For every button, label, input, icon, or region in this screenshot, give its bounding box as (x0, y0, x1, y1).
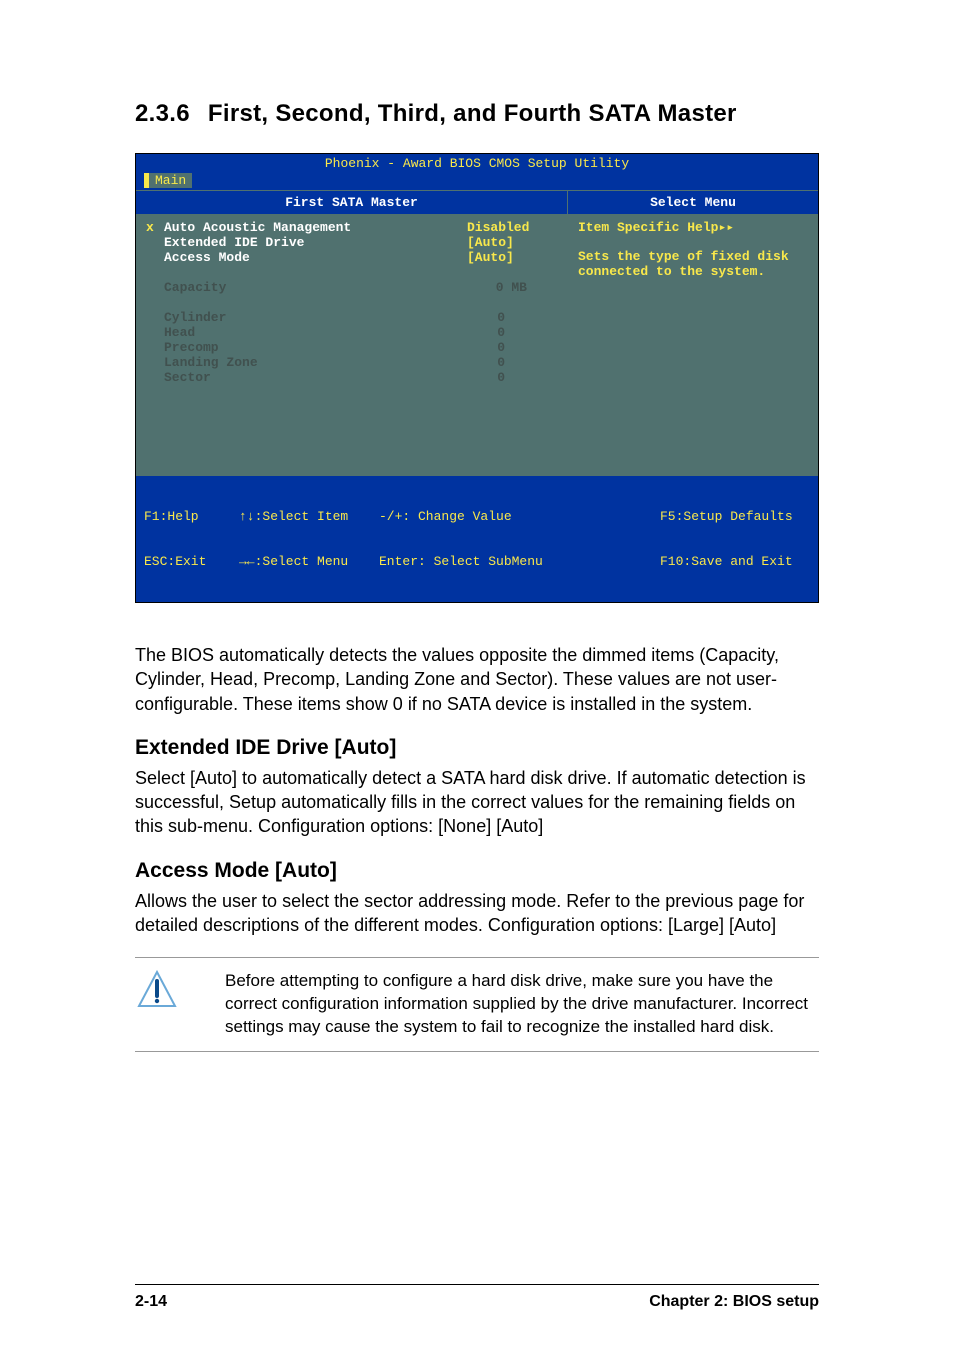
footer-col3: -/+: Change Value Enter: Select SubMenu (379, 479, 660, 599)
spacer (146, 265, 557, 280)
row-label: Sector (164, 370, 467, 385)
bios-footer: F1:Help ESC:Exit ↑↓:Select Item →←:Selec… (136, 475, 818, 602)
row-marker (146, 280, 164, 295)
footer-col2: ↑↓:Select Item →←:Select Menu (239, 479, 379, 599)
bios-tab-main[interactable]: Main (144, 173, 192, 188)
row-marker (146, 355, 164, 370)
setting-extended-ide[interactable]: Extended IDE Drive [Auto] (146, 235, 557, 250)
setup-defaults-key: F5:Setup Defaults (660, 509, 810, 524)
chevron-right-icon: ▸▸ (718, 220, 734, 235)
page-number: 2-14 (135, 1293, 167, 1311)
section-heading: 2.3.6 First, Second, Third, and Fourth SA… (135, 100, 819, 128)
row-marker: x (146, 220, 164, 235)
row-marker (146, 310, 164, 325)
select-submenu-key: Enter: Select SubMenu (379, 554, 660, 569)
row-value: 0 (467, 370, 557, 385)
bios-help-panel: Item Specific Help▸▸ Sets the type of fi… (568, 215, 818, 475)
setting-precomp: Precomp 0 (146, 340, 557, 355)
caution-note: Before attempting to configure a hard di… (135, 957, 819, 1052)
row-label: Cylinder (164, 310, 467, 325)
bios-title: Phoenix - Award BIOS CMOS Setup Utility (136, 154, 818, 173)
footer-col1: F1:Help ESC:Exit (144, 479, 239, 599)
bios-body: x Auto Acoustic Management Disabled Exte… (136, 215, 818, 475)
setting-sector: Sector 0 (146, 370, 557, 385)
setting-landing-zone: Landing Zone 0 (146, 355, 557, 370)
access-mode-heading: Access Mode [Auto] (135, 859, 819, 883)
row-value: [Auto] (467, 250, 557, 265)
row-value: 0 (467, 325, 557, 340)
setting-head: Head 0 (146, 325, 557, 340)
chapter-label: Chapter 2: BIOS setup (649, 1293, 819, 1311)
row-marker (146, 340, 164, 355)
row-label: Precomp (164, 340, 467, 355)
row-label: Capacity (164, 280, 467, 295)
row-label: Access Mode (164, 250, 467, 265)
row-marker (146, 370, 164, 385)
exit-key: ESC:Exit (144, 554, 239, 569)
row-label: Auto Acoustic Management (164, 220, 467, 235)
row-value: [Auto] (467, 235, 557, 250)
intro-paragraph: The BIOS automatically detects the value… (135, 643, 819, 716)
row-marker (146, 250, 164, 265)
row-marker (146, 325, 164, 340)
spacer (146, 295, 557, 310)
bios-settings-panel: x Auto Acoustic Management Disabled Exte… (136, 215, 568, 475)
row-value: 0 MB (467, 280, 557, 295)
caution-text: Before attempting to configure a hard di… (185, 970, 819, 1039)
change-value-key: -/+: Change Value (379, 509, 660, 524)
row-label: Head (164, 325, 467, 340)
save-exit-key: F10:Save and Exit (660, 554, 810, 569)
access-mode-body: Allows the user to select the sector add… (135, 889, 819, 938)
page-footer: 2-14 Chapter 2: BIOS setup (135, 1284, 819, 1311)
select-item-key: ↑↓:Select Item (239, 509, 379, 524)
setting-capacity: Capacity 0 MB (146, 280, 557, 295)
bios-help-title: Select Menu (568, 191, 818, 214)
setting-auto-acoustic[interactable]: x Auto Acoustic Management Disabled (146, 220, 557, 235)
help-key: F1:Help (144, 509, 239, 524)
row-value: 0 (467, 355, 557, 370)
section-number: 2.3.6 (135, 100, 190, 127)
bios-screenshot: Phoenix - Award BIOS CMOS Setup Utility … (135, 153, 819, 603)
row-marker (146, 235, 164, 250)
setting-access-mode[interactable]: Access Mode [Auto] (146, 250, 557, 265)
help-title: Item Specific Help▸▸ (578, 220, 808, 235)
bios-subheader: First SATA Master Select Menu (136, 190, 818, 215)
select-menu-key: →←:Select Menu (239, 554, 379, 569)
section-title-text: First, Second, Third, and Fourth SATA Ma… (208, 100, 737, 127)
row-label: Landing Zone (164, 355, 467, 370)
extended-ide-body: Select [Auto] to automatically detect a … (135, 766, 819, 839)
bios-panel-title: First SATA Master (136, 191, 568, 214)
row-label: Extended IDE Drive (164, 235, 467, 250)
row-value: 0 (467, 310, 557, 325)
setting-cylinder: Cylinder 0 (146, 310, 557, 325)
footer-col4: F5:Setup Defaults F10:Save and Exit (660, 479, 810, 599)
help-text: Sets the type of fixed disk connected to… (578, 249, 808, 279)
caution-icon (135, 970, 185, 1039)
row-value: 0 (467, 340, 557, 355)
row-value: Disabled (467, 220, 557, 235)
bios-menu-bar: Main (136, 173, 818, 190)
extended-ide-heading: Extended IDE Drive [Auto] (135, 736, 819, 760)
